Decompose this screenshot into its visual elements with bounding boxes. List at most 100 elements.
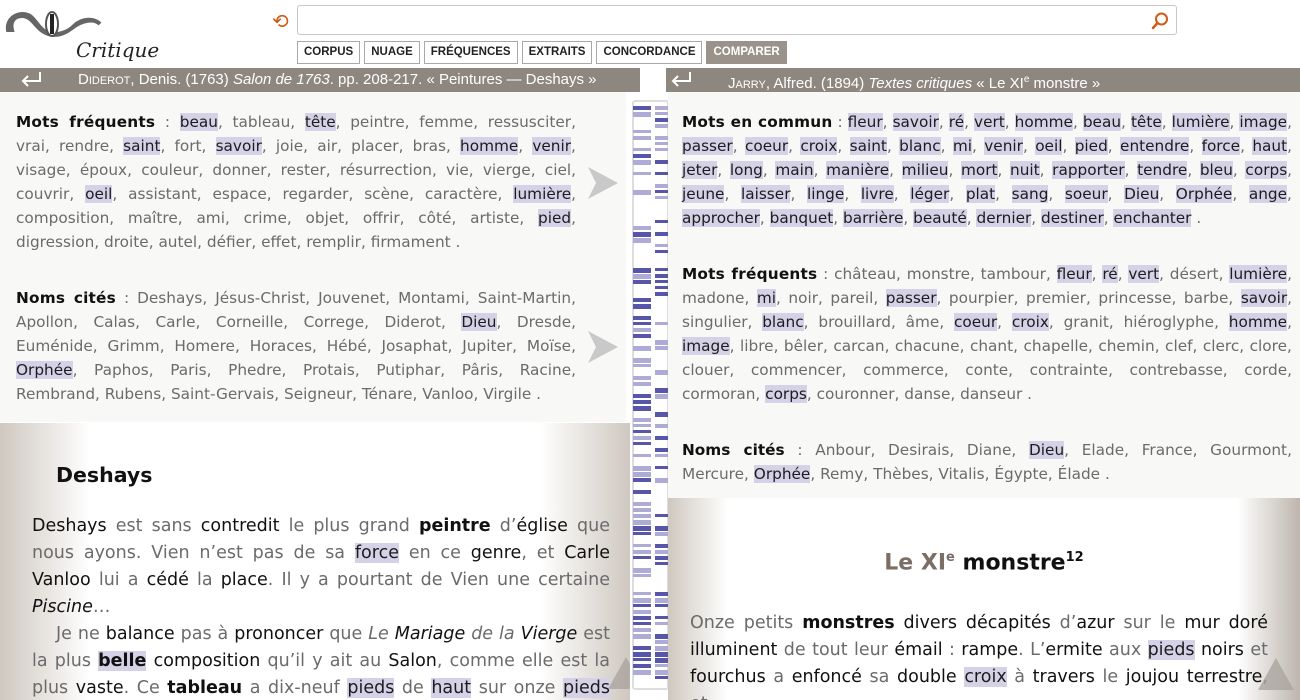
- word-link[interactable]: clef: [1165, 337, 1192, 355]
- word-link[interactable]: laisser: [740, 185, 791, 203]
- word-link[interactable]: objet: [306, 209, 345, 227]
- word-link[interactable]: carcan: [833, 337, 884, 355]
- word-link[interactable]: hiéroglyphe: [1124, 313, 1215, 331]
- word-link[interactable]: ré: [948, 113, 965, 131]
- word-link[interactable]: madone: [682, 289, 744, 307]
- word-link[interactable]: maître: [128, 209, 178, 227]
- reset-icon[interactable]: ⟲: [272, 10, 289, 32]
- word-link[interactable]: lumière: [1171, 113, 1230, 131]
- word-link[interactable]: Protais: [303, 361, 355, 379]
- word-link[interactable]: long: [729, 161, 763, 179]
- word-link[interactable]: Orphée: [753, 465, 811, 483]
- word-link[interactable]: Orphée: [1175, 185, 1233, 203]
- word-link[interactable]: Homere: [174, 337, 235, 355]
- word-link[interactable]: corde: [1244, 361, 1287, 379]
- word-link[interactable]: Correge: [304, 313, 365, 331]
- word-link[interactable]: passer: [682, 137, 733, 155]
- word-link[interactable]: léger: [910, 185, 950, 203]
- word-link[interactable]: livre: [860, 185, 894, 203]
- word-link[interactable]: Hébé: [327, 337, 367, 355]
- word-link[interactable]: offrir: [363, 209, 400, 227]
- word-link[interactable]: Saint-Martin: [478, 289, 571, 307]
- word-link[interactable]: tête: [1130, 113, 1162, 131]
- right-doc-reference[interactable]: Jarry, Alfred. (1894) Textes critiques «…: [728, 68, 1100, 92]
- word-link[interactable]: homme: [1014, 113, 1073, 131]
- word-link[interactable]: chacune: [895, 337, 960, 355]
- word-link[interactable]: Vanloo: [422, 385, 473, 403]
- word-link[interactable]: remplir: [306, 233, 361, 251]
- word-link[interactable]: couronner: [817, 385, 895, 403]
- tab-concordance[interactable]: CONCORDANCE: [596, 41, 703, 64]
- word-link[interactable]: monstre: [907, 265, 970, 283]
- word-link[interactable]: brouillard: [818, 313, 891, 331]
- word-link[interactable]: chemin: [1098, 337, 1154, 355]
- word-link[interactable]: croix: [1011, 313, 1049, 331]
- word-link[interactable]: Ténare: [362, 385, 413, 403]
- word-link[interactable]: dernier: [976, 209, 1032, 227]
- word-link[interactable]: Égypte: [994, 465, 1048, 483]
- word-link[interactable]: barbe: [1184, 289, 1229, 307]
- word-link[interactable]: oeil: [85, 185, 113, 203]
- word-link[interactable]: Paris: [170, 361, 206, 379]
- word-link[interactable]: savoir: [215, 137, 262, 155]
- word-link[interactable]: Moïse: [527, 337, 571, 355]
- word-link[interactable]: premier: [1026, 289, 1086, 307]
- word-link[interactable]: Putiphar: [376, 361, 440, 379]
- word-link[interactable]: bleu: [1199, 161, 1233, 179]
- word-link[interactable]: Anbour: [815, 441, 870, 459]
- word-link[interactable]: Gourmont: [1210, 441, 1287, 459]
- word-link[interactable]: ami: [196, 209, 225, 227]
- word-link[interactable]: cormoran: [682, 385, 755, 403]
- word-link[interactable]: placer: [351, 137, 398, 155]
- word-link[interactable]: contrebasse: [1130, 361, 1223, 379]
- word-link[interactable]: regarder: [283, 185, 349, 203]
- word-link[interactable]: caractère: [425, 185, 498, 203]
- word-link[interactable]: force: [1201, 137, 1241, 155]
- word-link[interactable]: Jupiter: [462, 337, 512, 355]
- word-link[interactable]: savoir: [892, 113, 939, 131]
- word-link[interactable]: beau: [1082, 113, 1122, 131]
- word-link[interactable]: couvrir: [16, 185, 69, 203]
- word-link[interactable]: château: [834, 265, 896, 283]
- word-link[interactable]: Josaphat: [382, 337, 448, 355]
- word-link[interactable]: époux: [80, 161, 127, 179]
- word-link[interactable]: pareil: [830, 289, 873, 307]
- word-link[interactable]: blanc: [899, 137, 941, 155]
- word-link[interactable]: artiste: [470, 209, 519, 227]
- word-link[interactable]: vert: [974, 113, 1005, 131]
- word-link[interactable]: enchanter: [1113, 209, 1192, 227]
- word-link[interactable]: tableau: [232, 113, 290, 131]
- word-link[interactable]: corps: [765, 385, 807, 403]
- word-link[interactable]: donner: [212, 161, 266, 179]
- word-link[interactable]: Remy: [820, 465, 863, 483]
- word-link[interactable]: commencer: [751, 361, 842, 379]
- word-link[interactable]: manière: [826, 161, 890, 179]
- word-link[interactable]: entendre: [1120, 137, 1190, 155]
- word-link[interactable]: Seigneur: [284, 385, 352, 403]
- word-link[interactable]: chant: [970, 337, 1013, 355]
- scroll-top-icon[interactable]: [606, 655, 630, 691]
- scroll-top-icon[interactable]: [1256, 656, 1296, 692]
- word-link[interactable]: droite: [104, 233, 149, 251]
- word-link[interactable]: nuit: [1010, 161, 1040, 179]
- word-link[interactable]: Dresde: [517, 313, 571, 331]
- word-link[interactable]: savoir: [1240, 289, 1288, 307]
- left-doc-reference[interactable]: Diderot, Denis. (1763) Salon de 1763. pp…: [78, 68, 597, 92]
- word-link[interactable]: Corneille: [216, 313, 283, 331]
- word-link[interactable]: vrai: [16, 137, 45, 155]
- word-link[interactable]: fleur: [847, 113, 883, 131]
- occurrence-map[interactable]: [632, 100, 669, 690]
- word-link[interactable]: princesse: [1098, 289, 1171, 307]
- word-link[interactable]: pourpier: [949, 289, 1014, 307]
- word-link[interactable]: corps: [1245, 161, 1288, 179]
- word-link[interactable]: tambour: [981, 265, 1046, 283]
- left-text-pane[interactable]: Deshays Deshays est sans contredit le pl…: [0, 423, 630, 700]
- word-link[interactable]: mi: [756, 289, 777, 307]
- word-link[interactable]: plat: [965, 185, 996, 203]
- word-link[interactable]: vierge: [483, 161, 531, 179]
- word-link[interactable]: contrainte: [1030, 361, 1108, 379]
- word-link[interactable]: granit: [1064, 313, 1109, 331]
- word-link[interactable]: linge: [806, 185, 845, 203]
- word-link[interactable]: air: [317, 137, 337, 155]
- word-link[interactable]: défier: [207, 233, 251, 251]
